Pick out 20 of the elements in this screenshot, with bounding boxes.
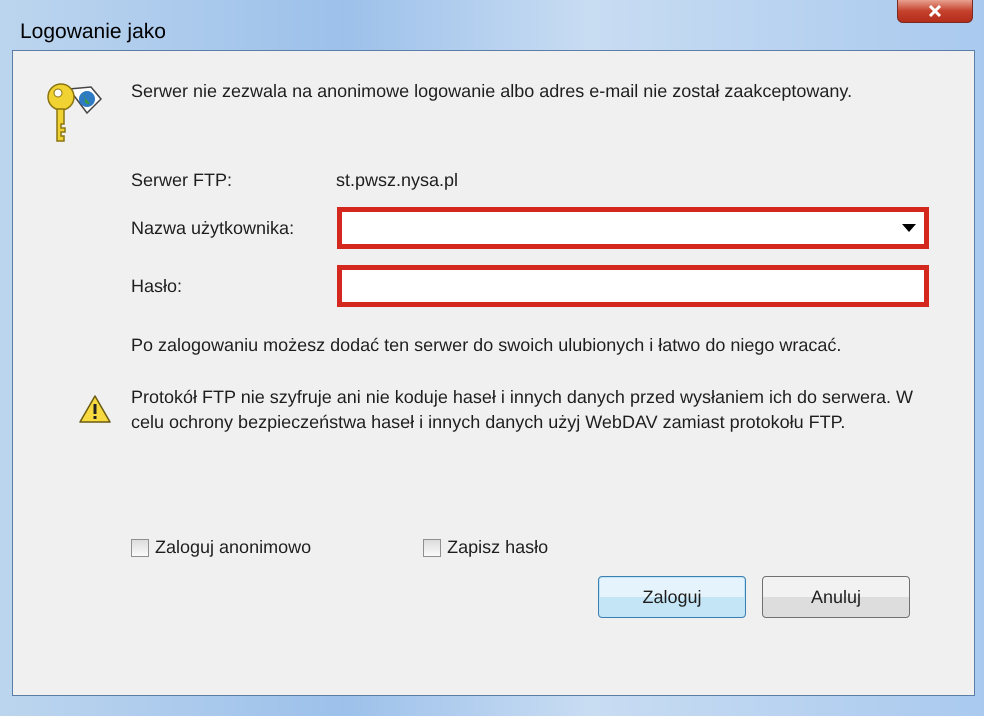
close-icon bbox=[928, 5, 942, 17]
checkbox-label[interactable]: Zaloguj anonimowo bbox=[155, 537, 312, 558]
dropdown-arrow-icon bbox=[902, 224, 916, 232]
close-button[interactable] bbox=[897, 0, 973, 23]
checkbox[interactable] bbox=[423, 538, 442, 556]
server-label: Serwer FTP: bbox=[131, 170, 234, 191]
checkbox[interactable] bbox=[131, 538, 149, 556]
login-button[interactable]: Zaloguj bbox=[598, 576, 746, 618]
message-text: Serwer nie zezwala na anonimowe logowanie albo adres e-mail nie został zaakceptowany. bbox=[131, 80, 854, 103]
warning-icon bbox=[79, 395, 111, 423]
field-label: Nazwa użytkownika: bbox=[131, 218, 296, 238]
field-label: Hasło: bbox=[131, 276, 184, 296]
username-dropdown[interactable] bbox=[337, 207, 929, 249]
window-title: Logowanie jako bbox=[20, 20, 166, 44]
warning-text: Protokół FTP nie szyfruje ani nie koduje haseł i innych danych przed wysłaniem ich do serwera. W celu ochrony bezpieczeństwa haseł i innych danych użyj WebDAV zamiast protokołu FTP. bbox=[131, 386, 914, 434]
checkbox-label[interactable]: Zapisz hasło bbox=[447, 537, 548, 558]
server-address: st.pwsz.nysa.pl bbox=[336, 170, 458, 191]
cancel-button[interactable]: Anuluj bbox=[762, 576, 910, 618]
info-text: Po zalogowaniu możesz dodać ten serwer do swoich ulubionych i łatwo do niego wracać. bbox=[131, 334, 842, 357]
password-field[interactable] bbox=[337, 265, 929, 307]
